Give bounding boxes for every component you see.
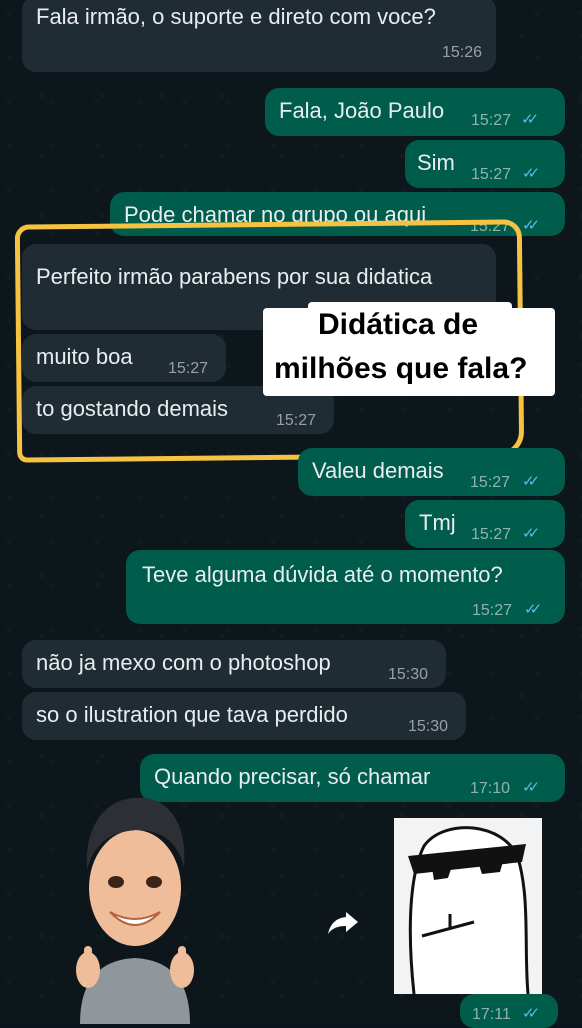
message-text: Valeu demais <box>312 458 444 483</box>
sunglasses-blob-drawing <box>408 826 530 995</box>
message-outgoing[interactable]: Sim 15:27 ✓✓ <box>405 140 565 188</box>
double-check-icon: ✓✓ <box>524 601 542 618</box>
message-time: 15:27 <box>471 166 512 183</box>
message-text: Teve alguma dúvida até o momento? <box>142 562 503 587</box>
message-text: não ja mexo com o photoshop <box>36 650 331 675</box>
memoji-avatar-sticker <box>76 797 194 1024</box>
message-time: 15:27 <box>471 526 512 543</box>
message-outgoing[interactable]: 17:11 ✓✓ <box>460 994 558 1028</box>
message-text: Sim <box>417 150 455 175</box>
double-check-icon: ✓✓ <box>522 779 540 796</box>
message-time: 15:27 <box>472 602 513 619</box>
double-check-icon: ✓✓ <box>522 473 540 490</box>
message-text: Fala, João Paulo <box>279 98 445 123</box>
message-outgoing[interactable]: Tmj 15:27 ✓✓ <box>405 500 565 548</box>
caption-line-2: milhões que fala? <box>274 352 528 385</box>
caption-line-1: Didática de <box>318 308 479 341</box>
message-time: 15:27 <box>470 474 511 491</box>
message-time: 15:26 <box>441 44 482 61</box>
message-time: 15:27 <box>471 112 512 129</box>
message-text: Fala irmão, o suporte e direto com voce? <box>36 4 436 29</box>
double-check-icon: ✓✓ <box>522 525 540 542</box>
message-incoming[interactable]: Fala irmão, o suporte e direto com voce?… <box>22 0 496 72</box>
message-outgoing[interactable]: Quando precisar, só chamar 17:10 ✓✓ <box>140 754 565 802</box>
message-incoming[interactable]: so o ilustration que tava perdido 15:30 <box>22 692 466 740</box>
message-outgoing[interactable]: Fala, João Paulo 15:27 ✓✓ <box>265 88 565 136</box>
double-check-icon: ✓✓ <box>521 111 539 128</box>
message-text: so o ilustration que tava perdido <box>36 702 348 727</box>
message-time: 17:11 <box>472 1006 511 1023</box>
double-check-icon: ✓✓ <box>522 217 540 234</box>
message-time: 15:30 <box>408 718 449 735</box>
forward-arrow-icon[interactable] <box>326 908 360 938</box>
message-time: 15:30 <box>388 666 429 683</box>
double-check-icon: ✓✓ <box>522 165 540 182</box>
message-text: Tmj <box>419 510 456 535</box>
image-sticker[interactable] <box>394 818 542 995</box>
double-check-icon: ✓✓ <box>522 1005 540 1022</box>
message-time: 17:10 <box>470 780 511 797</box>
message-incoming[interactable]: não ja mexo com o photoshop 15:30 <box>22 640 446 688</box>
message-outgoing[interactable]: Teve alguma dúvida até o momento? 15:27 … <box>126 550 565 624</box>
message-outgoing[interactable]: Valeu demais 15:27 ✓✓ <box>298 448 565 496</box>
